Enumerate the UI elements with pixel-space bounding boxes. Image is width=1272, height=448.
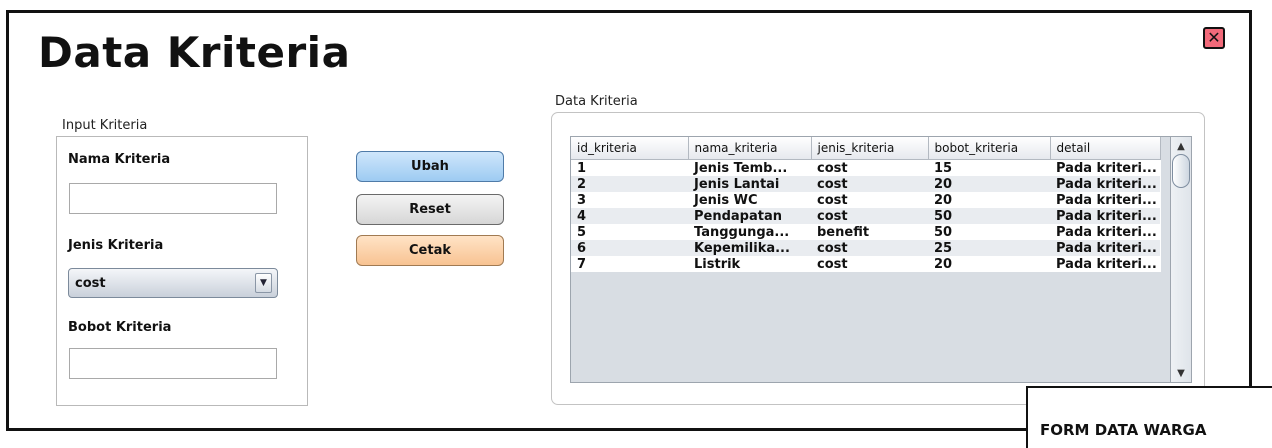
table-cell: Pada kriteri... <box>1050 208 1160 224</box>
column-header[interactable]: id_kriteria <box>571 137 689 160</box>
table-cell: 1 <box>577 160 587 176</box>
table-cell: cost <box>811 240 928 256</box>
page-title: Data Kriteria <box>38 28 351 77</box>
reset-button[interactable]: Reset <box>356 194 504 225</box>
table-cell: 20 <box>928 176 1050 192</box>
table-cell: Pada kriteri... <box>1056 160 1157 176</box>
scroll-up-icon[interactable]: ▲ <box>1171 137 1191 155</box>
jenis-kriteria-label: Jenis Kriteria <box>68 238 164 253</box>
table-cell: 6 <box>571 240 688 256</box>
close-button[interactable]: ✕ <box>1203 27 1225 49</box>
table-cell: cost <box>811 176 928 192</box>
kriteria-table: id_kriteria nama_kriteria jenis_kriteria… <box>571 137 1161 272</box>
column-header[interactable]: detail <box>1050 137 1161 160</box>
table-cell: Pada kriteri... <box>1050 240 1160 256</box>
table-cell: Jenis WC <box>694 192 758 208</box>
table-cell: 50 <box>928 208 1050 224</box>
table-row[interactable]: 2 Jenis Lantai cost 20 Pada kriteri... <box>571 176 1160 192</box>
table-cell: 15 <box>934 160 953 176</box>
table-cell: 7 <box>577 256 587 272</box>
column-header[interactable]: jenis_kriteria <box>811 137 929 160</box>
table-row[interactable]: 4 Pendapatan cost 50 Pada kriteri... <box>571 208 1160 224</box>
bobot-kriteria-label: Bobot Kriteria <box>68 320 172 335</box>
ubah-button[interactable]: Ubah <box>356 151 504 182</box>
column-header[interactable]: bobot_kriteria <box>928 137 1051 160</box>
form-data-warga-card[interactable]: FORM DATA WARGA <box>1026 386 1272 448</box>
jenis-kriteria-value: cost <box>75 275 106 291</box>
table-cell: Pada kriteri... <box>1050 176 1160 192</box>
column-header[interactable]: nama_kriteria <box>688 137 812 160</box>
table-group-label: Data Kriteria <box>555 94 638 109</box>
cetak-button[interactable]: Cetak <box>356 235 504 266</box>
table-cell: 50 <box>934 224 953 240</box>
input-group-label: Input Kriteria <box>62 118 148 133</box>
kriteria-table-viewport[interactable]: id_kriteria nama_kriteria jenis_kriteria… <box>570 136 1171 383</box>
table-cell: 3 <box>577 192 587 208</box>
form-data-warga-label: FORM DATA WARGA <box>1040 421 1207 439</box>
table-row[interactable]: 1 Jenis Temb... cost 15 Pada kriteri... <box>571 160 1160 177</box>
table-cell: Tanggunga... <box>694 224 790 240</box>
bobot-kriteria-input[interactable] <box>69 348 277 379</box>
table-cell: Listrik <box>694 256 741 272</box>
table-cell: Jenis Lantai <box>688 176 811 192</box>
table-cell: 20 <box>934 256 953 272</box>
table-cell: cost <box>817 256 848 272</box>
table-cell: 20 <box>934 192 953 208</box>
table-cell: Jenis Temb... <box>694 160 788 176</box>
table-cell: Pada kriteri... <box>1056 192 1157 208</box>
table-row[interactable]: 5 Tanggunga... benefit 50 Pada kriteri..… <box>571 224 1160 240</box>
table-cell: Pada kriteri... <box>1056 224 1157 240</box>
nama-kriteria-input[interactable] <box>69 183 277 214</box>
table-cell: 4 <box>571 208 688 224</box>
table-cell: Pada kriteri... <box>1056 256 1157 272</box>
table-cell: benefit <box>817 224 870 240</box>
table-row[interactable]: 6 Kepemilika... cost 25 Pada kriteri... <box>571 240 1160 256</box>
close-icon: ✕ <box>1207 28 1221 47</box>
table-cell: cost <box>817 160 848 176</box>
nama-kriteria-label: Nama Kriteria <box>68 152 171 167</box>
chevron-down-icon[interactable]: ▼ <box>255 273 272 293</box>
table-cell: 5 <box>577 224 587 240</box>
table-cell: cost <box>811 208 928 224</box>
table-cell: 25 <box>928 240 1050 256</box>
table-row[interactable]: 3 Jenis WC cost 20 Pada kriteri... <box>571 192 1160 208</box>
table-cell: 2 <box>571 176 688 192</box>
table-cell: Kepemilika... <box>688 240 811 256</box>
scroll-thumb[interactable] <box>1172 154 1190 188</box>
scroll-down-icon[interactable]: ▼ <box>1171 364 1191 382</box>
table-row[interactable]: 7 Listrik cost 20 Pada kriteri... <box>571 256 1160 272</box>
jenis-kriteria-select[interactable]: cost ▼ <box>68 268 278 298</box>
table-cell: cost <box>817 192 848 208</box>
table-cell: Pendapatan <box>688 208 811 224</box>
table-scrollbar[interactable]: ▲ ▼ <box>1171 136 1192 383</box>
table-header-row: id_kriteria nama_kriteria jenis_kriteria… <box>571 137 1161 160</box>
